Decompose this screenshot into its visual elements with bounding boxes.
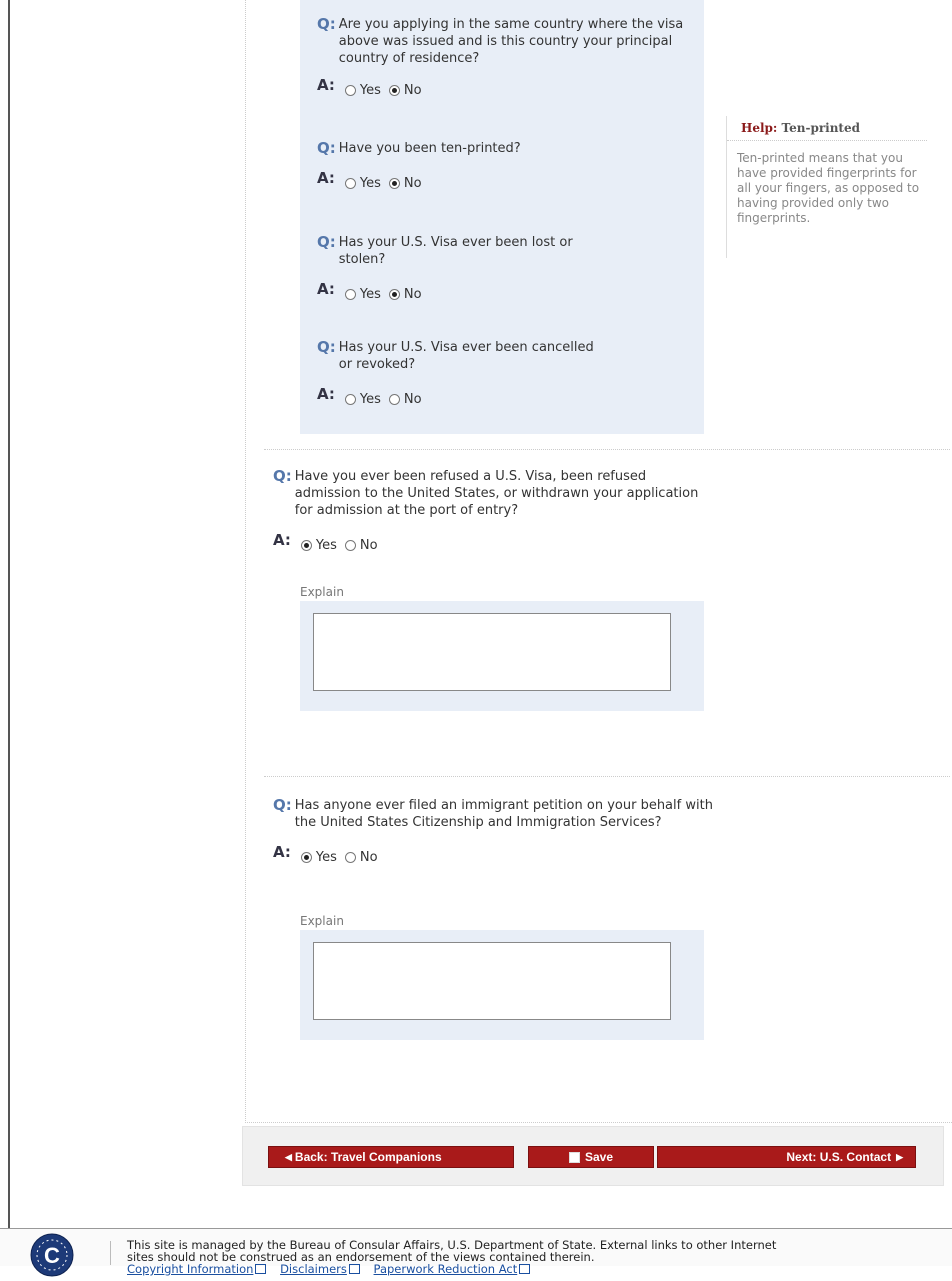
radio-no-circle[interactable] bbox=[344, 539, 356, 551]
radio-no[interactable]: No bbox=[344, 537, 378, 553]
question-block: Q: Has anyone ever filed an immigrant pe… bbox=[273, 797, 723, 866]
q-label: Q: bbox=[273, 796, 292, 814]
consular-seal-logo: C bbox=[30, 1233, 74, 1277]
radio-no[interactable]: No bbox=[388, 82, 422, 98]
arrow-right-icon: ▶ bbox=[896, 1151, 903, 1162]
question-text: Have you been ten-printed? bbox=[338, 141, 521, 156]
radio-no[interactable]: No bbox=[388, 286, 422, 302]
question-text: Are you applying in the same country whe… bbox=[338, 17, 684, 66]
radio-yes-circle[interactable] bbox=[300, 851, 312, 863]
footer-vertical-divider bbox=[110, 1241, 111, 1265]
next-button[interactable]: Next: U.S. Contact ▶ bbox=[657, 1146, 916, 1168]
explain-label: Explain bbox=[300, 914, 344, 928]
section-divider bbox=[264, 449, 950, 450]
footer-text: This site is managed by the Bureau of Co… bbox=[127, 1239, 776, 1275]
a-label: A: bbox=[317, 76, 335, 94]
radio-no-label: No bbox=[359, 849, 378, 865]
logo-letter: C bbox=[44, 1243, 60, 1268]
section-divider bbox=[264, 776, 950, 777]
radio-no[interactable]: No bbox=[344, 849, 378, 865]
explain-panel bbox=[300, 601, 704, 711]
radio-no-circle[interactable] bbox=[344, 851, 356, 863]
radio-yes-label: Yes bbox=[315, 849, 337, 865]
disclaimers-link[interactable]: Disclaimers bbox=[280, 1262, 360, 1276]
help-body: Ten-printed means that you have provided… bbox=[737, 151, 920, 225]
question-text: Has your U.S. Visa ever been cancelled o… bbox=[338, 340, 594, 372]
radio-no-circle[interactable] bbox=[388, 288, 400, 300]
q-label: Q: bbox=[317, 338, 336, 356]
left-border bbox=[8, 0, 10, 1228]
radio-no-circle[interactable] bbox=[388, 84, 400, 96]
radio-yes-circle[interactable] bbox=[344, 177, 356, 189]
question-text: Have you ever been refused a U.S. Visa, … bbox=[294, 469, 699, 518]
radio-no-label: No bbox=[403, 175, 422, 191]
radio-no-circle[interactable] bbox=[388, 177, 400, 189]
explain-panel bbox=[300, 930, 704, 1040]
radio-yes[interactable]: Yes bbox=[344, 391, 381, 407]
question-block: Q: Are you applying in the same country … bbox=[317, 16, 697, 99]
q-label: Q: bbox=[317, 139, 336, 157]
next-button-label: Next: U.S. Contact bbox=[786, 1150, 892, 1164]
question-text: Has anyone ever filed an immigrant petit… bbox=[294, 798, 713, 830]
question-block: Q: Has your U.S. Visa ever been lost or … bbox=[317, 234, 617, 303]
question-block: Q: Have you been ten-printed? A: Yes No bbox=[317, 140, 697, 192]
radio-yes-label: Yes bbox=[359, 391, 381, 407]
help-prefix: Help: bbox=[741, 121, 778, 135]
q-label: Q: bbox=[273, 467, 292, 485]
a-label: A: bbox=[273, 531, 291, 549]
q-label: Q: bbox=[317, 15, 336, 33]
radio-yes[interactable]: Yes bbox=[300, 537, 337, 553]
paperwork-reduction-link[interactable]: Paperwork Reduction Act bbox=[374, 1262, 531, 1276]
footer: C This site is managed by the Bureau of … bbox=[0, 1229, 952, 1277]
radio-yes[interactable]: Yes bbox=[300, 849, 337, 865]
radio-yes-circle[interactable] bbox=[344, 288, 356, 300]
a-label: A: bbox=[273, 843, 291, 861]
copyright-link[interactable]: Copyright Information bbox=[127, 1262, 267, 1276]
save-button[interactable]: Save bbox=[528, 1146, 654, 1168]
back-button[interactable]: ◀ Back: Travel Companions bbox=[268, 1146, 514, 1168]
back-button-label: Back: Travel Companions bbox=[294, 1150, 442, 1164]
question-block: Q: Has your U.S. Visa ever been cancelle… bbox=[317, 339, 597, 408]
radio-no[interactable]: No bbox=[388, 175, 422, 191]
radio-yes[interactable]: Yes bbox=[344, 82, 381, 98]
help-title-text: Ten-printed bbox=[781, 121, 861, 135]
radio-no-label: No bbox=[403, 82, 422, 98]
radio-no-label: No bbox=[403, 286, 422, 302]
radio-yes-circle[interactable] bbox=[344, 84, 356, 96]
radio-no-label: No bbox=[359, 537, 378, 553]
radio-yes[interactable]: Yes bbox=[344, 286, 381, 302]
radio-yes-circle[interactable] bbox=[344, 393, 356, 405]
radio-yes-label: Yes bbox=[359, 175, 381, 191]
explain-textarea[interactable] bbox=[313, 942, 671, 1020]
save-button-label: Save bbox=[584, 1150, 614, 1164]
floppy-disk-icon bbox=[568, 1151, 580, 1163]
radio-no[interactable]: No bbox=[388, 391, 422, 407]
help-title: Help: Ten-printed bbox=[727, 116, 927, 141]
explain-textarea[interactable] bbox=[313, 613, 671, 691]
radio-yes-circle[interactable] bbox=[300, 539, 312, 551]
q-label: Q: bbox=[317, 233, 336, 251]
radio-no-label: No bbox=[403, 391, 422, 407]
radio-yes[interactable]: Yes bbox=[344, 175, 381, 191]
a-label: A: bbox=[317, 280, 335, 298]
a-label: A: bbox=[317, 169, 335, 187]
help-panel: Help: Ten-printed Ten-printed means that… bbox=[726, 116, 927, 258]
arrow-left-icon: ◀ bbox=[285, 1151, 292, 1162]
question-block: Q: Have you ever been refused a U.S. Vis… bbox=[273, 468, 713, 554]
explain-label: Explain bbox=[300, 585, 344, 599]
radio-yes-label: Yes bbox=[359, 286, 381, 302]
footer-links: Copyright Information Disclaimers Paperw… bbox=[127, 1263, 776, 1275]
a-label: A: bbox=[317, 385, 335, 403]
radio-yes-label: Yes bbox=[315, 537, 337, 553]
radio-no-circle[interactable] bbox=[388, 393, 400, 405]
radio-yes-label: Yes bbox=[359, 82, 381, 98]
question-text: Has your U.S. Visa ever been lost or sto… bbox=[338, 235, 573, 267]
navigation-bar: ◀ Back: Travel Companions Save Next: U.S… bbox=[242, 1126, 944, 1186]
